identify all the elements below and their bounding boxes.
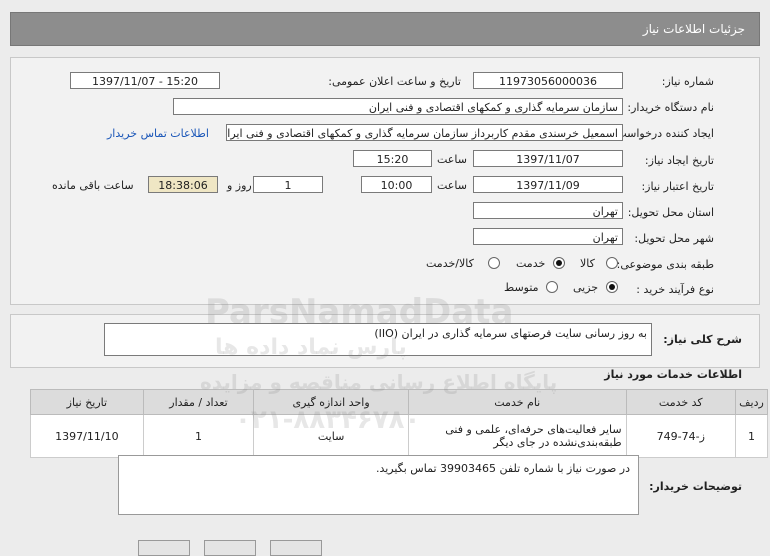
watermark-persian: پارس نماد داده ها [215,335,407,360]
days-label: روز و [227,179,252,192]
city-field[interactable]: تهران [473,228,623,245]
category-goods-label: کالا [580,257,595,270]
page-title: جزئیات اطلاعات نیاز [642,22,745,36]
cell-service-name: سایر فعالیت‌های حرفه‌ای، علمی و فنی طبقه… [407,414,627,458]
valid-date-label: تاریخ اعتبار نیاز: [641,180,714,193]
province-field[interactable]: تهران [473,202,623,219]
bottom-button-1[interactable] [138,540,190,556]
col-need-date: تاریخ نیاز [30,389,144,415]
city-label: شهر محل تحویل: [634,232,714,245]
services-title: اطلاعات خدمات مورد نیاز [604,368,742,381]
category-goods-radio[interactable] [606,257,618,269]
valid-time-label: ساعت [437,179,467,192]
province-label: استان محل تحویل: [627,206,714,219]
process-medium-radio[interactable] [546,281,558,293]
buyer-notes-label: توضیحات خریدار: [649,480,742,493]
col-service-code: کد خدمت [625,389,736,415]
requester-label: ایجاد کننده درخواست: [612,127,714,140]
category-label: طبقه بندی موضوعی: [616,258,714,271]
buyer-contact-link[interactable]: اطلاعات تماس خریدار [107,127,209,140]
created-date-label: تاریخ ایجاد نیاز: [644,154,714,167]
buyer-org-label: نام دستگاه خریدار: [627,101,714,114]
bottom-button-2[interactable] [204,540,256,556]
buyer-notes-field: در صورت نیاز با شماره تلفن 39903465 تماس… [118,455,639,515]
watermark-latin: ParsNamadData [205,292,514,332]
category-service-label: خدمت [516,257,546,270]
remaining-time-field: 18:38:06 [148,176,218,193]
bottom-button-3[interactable] [270,540,322,556]
process-label: نوع فرآیند خرید : [636,283,714,296]
watermark-portal: پایگاه اطلاع رسانی مناقصه و مزایده [200,370,558,394]
cell-row: 1 [734,414,769,458]
created-time-label: ساعت [437,153,467,166]
valid-time-field[interactable]: 10:00 [361,176,432,193]
cell-need-date: 1397/11/10 [30,414,144,458]
requester-field[interactable]: اسمعیل خرسندی مقدم کاربرداز سازمان سرمای… [226,124,623,141]
process-minor-label: جزیی [573,281,599,294]
remaining-label: ساعت باقی مانده [52,179,134,192]
created-date-field[interactable]: 1397/11/07 [473,150,623,167]
category-service-radio[interactable] [553,257,565,269]
remaining-days-field[interactable]: 1 [253,176,323,193]
announce-field[interactable]: 1397/11/07 - 15:20 [70,72,220,89]
process-minor-radio[interactable] [606,281,618,293]
announce-label: تاریخ و ساعت اعلان عمومی: [328,75,461,88]
buyer-org-field[interactable]: سازمان سرمایه گذاری و کمکهای اقتصادی و ف… [173,98,623,115]
need-number-label: شماره نیاز: [661,75,714,88]
description-label: شرح کلی نیاز: [663,333,742,346]
valid-date-field[interactable]: 1397/11/09 [473,176,623,193]
col-row: ردیف [734,389,769,415]
category-both-label: کالا/خدمت [426,257,474,270]
cell-service-code: ز-74-749 [625,414,736,458]
watermark-phone: ۰۲۱-۸۸۳۴۶۷۸۰ [235,405,421,435]
created-time-field[interactable]: 15:20 [353,150,432,167]
need-number-field[interactable]: 11973056000036 [473,72,623,89]
title-bar: جزئیات اطلاعات نیاز [10,12,760,46]
category-both-radio[interactable] [488,257,500,269]
